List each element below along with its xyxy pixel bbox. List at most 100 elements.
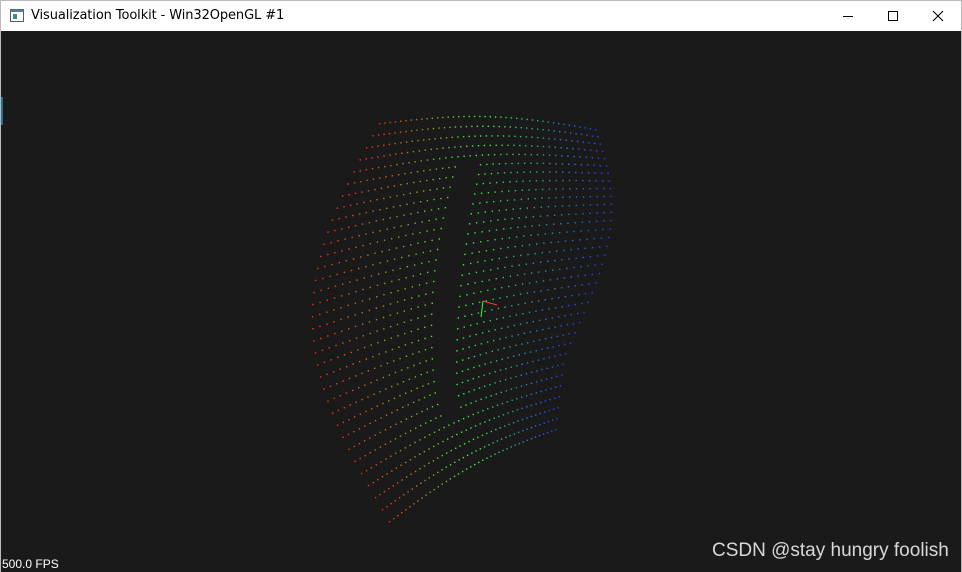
cloud-point [507,246,509,249]
cloud-point [555,163,557,165]
cloud-point [485,250,488,252]
cloud-point [419,439,421,441]
cloud-point [448,146,450,149]
cloud-point [353,171,355,173]
cloud-point [531,136,533,138]
cloud-point [456,361,458,363]
cloud-point [497,349,499,351]
cloud-point [474,135,476,137]
cloud-point [547,206,550,208]
cloud-point [407,367,409,369]
cloud-point [405,130,407,133]
cloud-point [488,279,490,281]
cloud-point [431,406,434,408]
minimize-button[interactable] [825,1,871,31]
cloud-point [383,197,385,200]
cloud-point [521,245,524,247]
maximize-button[interactable] [870,1,916,31]
cloud-point [409,459,412,461]
cloud-point [340,318,342,321]
title-bar[interactable]: Visualization Toolkit - Win32OpenGL #1 [1,1,961,31]
cloud-point [397,335,399,337]
cloud-point [410,308,412,310]
cloud-point [358,267,360,270]
close-button[interactable] [915,1,961,31]
cloud-point [312,303,314,306]
cloud-point [509,126,511,128]
cloud-point [535,403,537,405]
cloud-point [420,482,422,484]
cloud-point [337,356,339,358]
cloud-point [388,374,391,376]
cloud-point [561,259,563,261]
cloud-point [530,438,533,440]
cloud-point [449,478,452,480]
cloud-point [467,283,469,285]
cloud-point [530,153,532,156]
cloud-point [396,409,398,411]
cloud-point [330,241,332,244]
cloud-point [428,138,431,141]
cloud-point [481,332,484,334]
cloud-point [460,285,462,287]
cloud-point [369,422,371,424]
cloud-point [350,269,353,272]
cloud-point [452,176,454,178]
cloud-point [368,309,371,312]
cloud-point [535,414,537,416]
cloud-point [566,267,568,270]
cloud-point [479,354,482,356]
cloud-point [537,271,540,273]
cloud-point [437,471,439,474]
cloud-point [591,246,594,249]
cloud-point [581,302,583,305]
cloud-point [582,256,584,259]
cloud-point [399,435,402,437]
cloud-point [455,447,457,449]
cloud-point [481,434,484,436]
cloud-point [575,257,577,259]
cloud-point [530,393,533,395]
cloud-point [493,200,495,203]
cloud-point [432,127,435,130]
cloud-point [565,139,567,141]
cloud-point [404,288,406,290]
cloud-point [451,136,453,138]
cloud-point [542,137,545,139]
cloud-point [603,187,605,190]
cloud-point [459,295,461,298]
cloud-point [314,279,317,282]
cloud-point [349,339,351,342]
cloud-point [501,238,503,240]
cloud-point [417,339,420,342]
cloud-point [389,121,391,124]
cloud-point [377,479,379,481]
cloud-point [562,171,564,173]
cloud-point [376,199,378,201]
cloud-point [360,256,362,258]
cloud-point [574,222,576,224]
cloud-point [460,126,462,128]
cloud-point [410,119,412,121]
cloud-point [541,368,543,371]
cloud-point [501,190,503,193]
cloud-point [394,438,397,440]
cloud-point [341,250,343,252]
cloud-point [482,182,484,185]
cloud-point [573,125,576,127]
cloud-point [405,461,407,464]
cloud-point [409,430,412,432]
cloud-point [596,212,598,214]
render-viewport[interactable]: 500.0 FPS CSDN @stay hungry foolish [1,31,961,572]
cloud-point [518,153,520,156]
cloud-point [559,138,562,141]
cloud-point [537,233,539,236]
cloud-point [400,184,402,186]
cloud-point [494,116,497,118]
cloud-point [389,303,392,305]
cloud-point [426,179,428,182]
cloud-point [415,253,417,255]
cloud-point [577,312,579,315]
cloud-point [525,373,528,375]
cloud-point [470,262,472,265]
